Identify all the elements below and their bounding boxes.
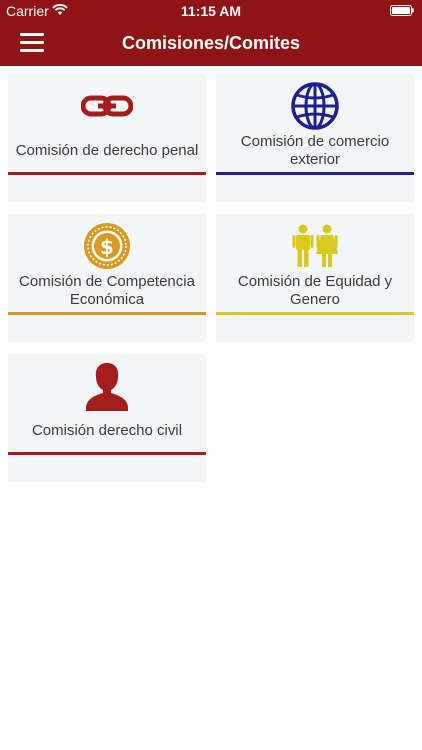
card-icon-wrapper xyxy=(216,80,414,132)
dollar-coin-icon: $ xyxy=(84,223,130,269)
card-label: Comisión de comercio exterior xyxy=(240,133,390,168)
person-icon xyxy=(86,363,128,411)
committee-card-derecho-penal[interactable]: Comisión de derecho penal xyxy=(8,74,206,202)
card-accent-bar xyxy=(216,172,414,175)
card-icon-wrapper xyxy=(216,220,414,272)
card-accent-bar xyxy=(216,312,414,315)
man-woman-icon xyxy=(292,224,338,267)
card-label: Comisión de derecho penal xyxy=(15,142,199,159)
status-bar: Carrier 11:15 AM xyxy=(0,0,422,22)
card-label: Comisión de Competencia Económica xyxy=(19,273,195,308)
status-time: 11:15 AM xyxy=(180,3,242,19)
page-title: Comisiones/Comites xyxy=(121,33,301,53)
card-label: Comisión de Equidad y Genero xyxy=(237,273,393,308)
card-label: Comisión derecho civil xyxy=(31,422,183,439)
committee-card-derecho-civil[interactable]: Comisión derecho civil xyxy=(8,354,206,482)
card-accent-bar xyxy=(8,312,206,315)
card-icon-wrapper: $ xyxy=(8,220,206,272)
navigation-bar: Comisiones/Comites xyxy=(0,22,422,66)
card-accent-bar xyxy=(8,452,206,455)
committee-card-competencia-economica[interactable]: $ Comisión de Competencia Económica xyxy=(8,214,206,342)
chain-link-icon xyxy=(81,95,133,117)
committee-card-comercio-exterior[interactable]: Comisión de comercio exterior xyxy=(216,74,414,202)
card-accent-bar xyxy=(8,172,206,175)
globe-icon xyxy=(291,82,339,130)
battery-icon xyxy=(390,5,414,16)
svg-text:$: $ xyxy=(100,235,114,259)
card-icon-wrapper xyxy=(8,80,206,132)
committee-card-equidad-genero[interactable]: Comisión de Equidad y Genero xyxy=(216,214,414,342)
app-header: Carrier 11:15 AM Comisiones/Comites xyxy=(0,0,422,66)
card-icon-wrapper xyxy=(8,360,206,412)
